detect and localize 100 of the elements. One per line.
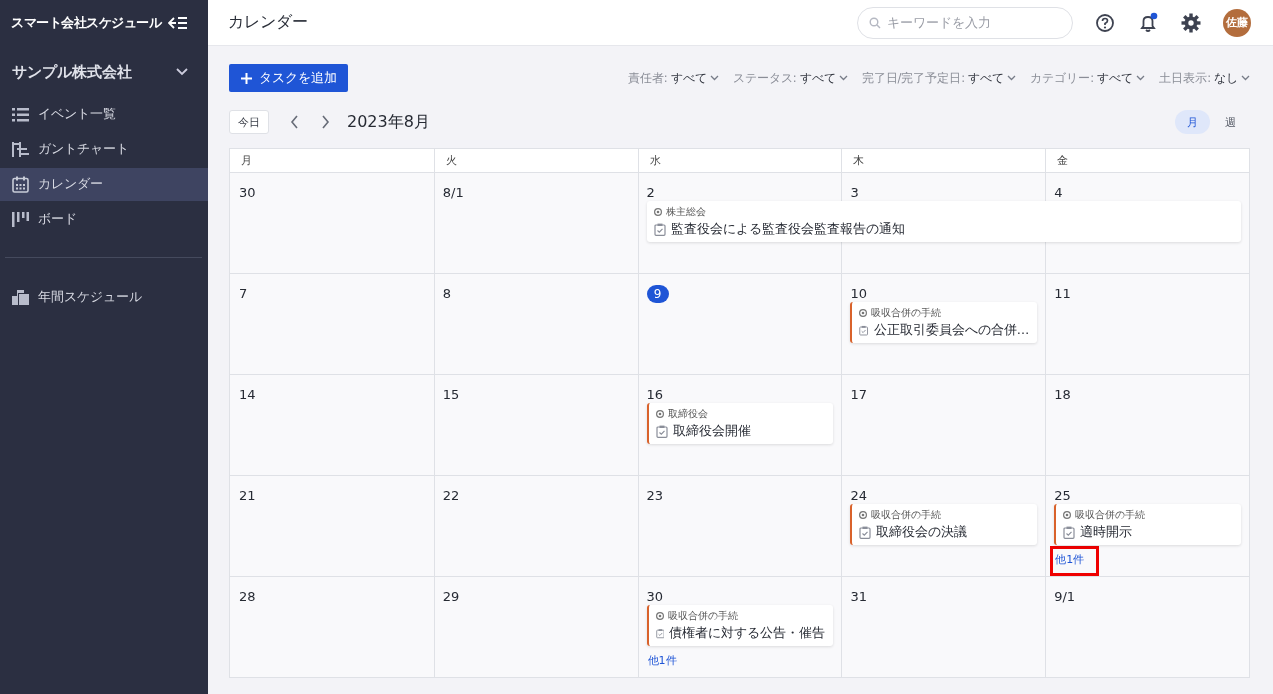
event-title: 取締役会の決議 xyxy=(876,524,968,541)
list-icon xyxy=(12,106,29,123)
weekday-header: 月 xyxy=(240,153,253,169)
collapse-sidebar-icon[interactable] xyxy=(168,15,188,31)
date-number: 31 xyxy=(850,589,867,604)
month-label: 2023年8月 xyxy=(347,111,430,133)
more-events-link[interactable]: 他1件 xyxy=(1053,549,1097,573)
nav-item[interactable]: カレンダー xyxy=(0,168,208,201)
filter-dropdown[interactable]: 完了日/完了予定日: すべて xyxy=(861,70,1017,86)
date-number: 16 xyxy=(646,387,664,402)
clipboard-check-icon xyxy=(859,526,872,539)
gantt-chart-icon xyxy=(12,141,29,158)
date-number: 21 xyxy=(239,488,256,503)
date-number: 28 xyxy=(239,589,256,604)
event-card[interactable]: 吸収合併の手続 債権者に対する公告・催告 xyxy=(646,605,834,646)
app-title: スマート会社スケジュール xyxy=(11,14,161,32)
date-number: 8/1 xyxy=(442,185,464,200)
weekday-header: 木 xyxy=(841,149,1046,172)
event-title: 取締役会開催 xyxy=(672,423,751,440)
target-icon xyxy=(655,410,664,418)
nav-item[interactable]: 年間スケジュール xyxy=(0,281,208,314)
view-tab[interactable]: 月 xyxy=(1175,110,1210,134)
clipboard-check-icon xyxy=(655,627,665,640)
nav-item[interactable]: ガントチャート xyxy=(0,133,208,166)
target-icon xyxy=(859,511,868,519)
target-icon xyxy=(655,612,664,620)
date-number: 29 xyxy=(442,589,460,604)
settings-icon[interactable] xyxy=(1181,12,1201,33)
target-icon xyxy=(1063,511,1072,519)
event-category: 吸収合併の手続 xyxy=(871,306,942,320)
event-title: 公正取引委員会への合併… xyxy=(873,322,1030,339)
chevron-down-icon xyxy=(1007,75,1017,81)
chevron-down-icon xyxy=(709,75,719,81)
today-button[interactable]: 今日 xyxy=(229,110,269,134)
clipboard-check-icon xyxy=(655,425,668,438)
page-title: カレンダー xyxy=(228,12,308,33)
event-category: 吸収合併の手続 xyxy=(871,508,942,522)
nav-item[interactable]: ボード xyxy=(0,203,208,236)
today-date-badge: 9 xyxy=(646,285,669,303)
date-number: 3 xyxy=(850,185,859,200)
filter-dropdown[interactable]: ステータス: すべて xyxy=(732,70,848,86)
date-number: 18 xyxy=(1054,387,1071,402)
calendar-icon xyxy=(12,176,29,193)
date-number: 9/1 xyxy=(1054,589,1076,604)
event-card[interactable]: 吸収合併の手続 取締役会の決議 xyxy=(850,504,1038,545)
chevron-down-icon xyxy=(1136,75,1146,81)
event-card[interactable]: 取締役会 取締役会開催 xyxy=(646,403,834,444)
chevron-down-icon xyxy=(1241,75,1250,81)
target-icon xyxy=(859,309,868,317)
date-number: 15 xyxy=(442,387,460,402)
weekday-header: 金 xyxy=(1045,149,1249,172)
more-events-link[interactable]: 他1件 xyxy=(645,651,679,670)
filter-dropdown[interactable]: 土日表示: なし xyxy=(1159,70,1250,86)
weekday-header: 水 xyxy=(637,149,842,172)
event-card[interactable]: 吸収合併の手続 公正取引委員会への合併… xyxy=(850,302,1038,343)
clipboard-check-icon xyxy=(859,324,869,337)
event-title: 適時開示 xyxy=(1080,524,1133,541)
date-number: 14 xyxy=(239,387,256,402)
nav-item[interactable]: イベント一覧 xyxy=(0,98,208,131)
target-icon xyxy=(653,208,662,216)
date-number: 2 xyxy=(646,185,655,200)
event-card[interactable]: 吸収合併の手続 適時開示 xyxy=(1054,504,1241,545)
clipboard-check-icon xyxy=(1063,526,1076,539)
plus-icon xyxy=(241,72,252,84)
event-category: 取締役会 xyxy=(667,407,708,421)
company-switcher[interactable]: サンプル株式会社 xyxy=(0,46,208,98)
date-number: 22 xyxy=(442,488,460,503)
date-number: 10 xyxy=(850,286,867,301)
board-icon xyxy=(12,211,29,228)
event-category: 株主総会 xyxy=(665,205,706,219)
weekday-header: 火 xyxy=(433,149,638,172)
date-number: 4 xyxy=(1054,185,1063,200)
clipboard-check-icon xyxy=(653,223,666,236)
help-icon[interactable] xyxy=(1095,12,1115,33)
add-task-button[interactable]: タスクを追加 xyxy=(229,64,348,92)
notification-bell-icon[interactable] xyxy=(1137,11,1159,34)
date-number: 25 xyxy=(1054,488,1071,503)
date-number: 17 xyxy=(850,387,867,402)
search-field[interactable]: キーワードを入力 xyxy=(857,6,1073,39)
date-number: 23 xyxy=(646,488,664,503)
building-icon xyxy=(12,289,29,306)
date-number: 11 xyxy=(1054,286,1071,301)
previous-month-icon[interactable] xyxy=(290,115,299,129)
next-month-icon[interactable] xyxy=(321,115,330,129)
event-category: 吸収合併の手続 xyxy=(667,609,738,623)
date-number: 30 xyxy=(239,185,256,200)
date-number: 8 xyxy=(442,286,452,301)
filter-dropdown[interactable]: カテゴリー: すべて xyxy=(1030,70,1146,86)
date-number: 7 xyxy=(239,286,248,301)
chevron-down-icon xyxy=(176,68,188,76)
event-title: 債権者に対する公告・催告 xyxy=(669,625,826,642)
date-number: 30 xyxy=(646,589,664,604)
view-tab[interactable]: 週 xyxy=(1213,110,1248,134)
chevron-down-icon xyxy=(838,75,848,81)
user-avatar[interactable]: 佐藤 xyxy=(1223,8,1251,37)
event-category: 吸収合併の手続 xyxy=(1075,508,1146,522)
event-card[interactable]: 株主総会 監査役会による監査役会監査報告の通知 xyxy=(646,201,1241,242)
date-number: 24 xyxy=(850,488,867,503)
filter-dropdown[interactable]: 責任者: すべて xyxy=(627,70,719,86)
event-title: 監査役会による監査役会監査報告の通知 xyxy=(670,221,905,238)
